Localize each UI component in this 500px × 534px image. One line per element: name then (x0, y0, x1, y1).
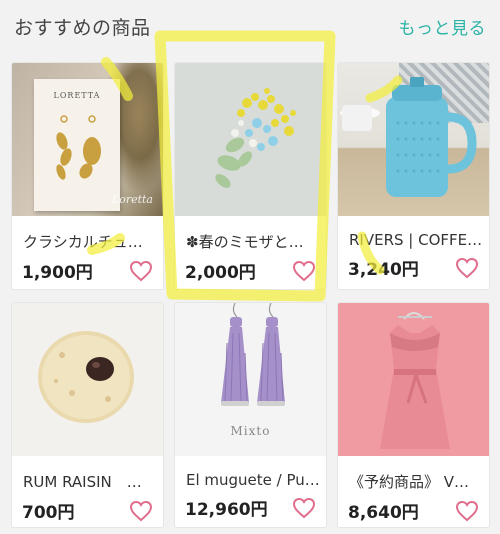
heart-outline-icon[interactable] (129, 260, 153, 282)
product-name: クラシカルチュ… (23, 233, 143, 251)
product-card[interactable]: Mixto El muguete / Pu… 12,960円 (174, 302, 327, 528)
product-price: 2,000円 (185, 263, 256, 283)
product-image-dress (338, 303, 489, 456)
product-name: El muguete / Pu… (186, 471, 320, 489)
product-price: 1,900円 (22, 263, 93, 283)
coffee-press-graphic (340, 77, 477, 197)
mimosa-graphic (215, 88, 296, 188)
product-image-cookie (12, 303, 163, 456)
heart-outline-icon[interactable] (292, 260, 316, 282)
product-card[interactable]: RUM RAISIN … 700円 (11, 302, 164, 528)
product-card[interactable]: RIVERS | COFFE… 3,240円 (337, 62, 490, 290)
product-name: 《予約商品》 V… (349, 473, 470, 491)
product-price: 700円 (22, 503, 75, 523)
product-card[interactable]: LORETTA Loretta クラシカルチュ… 1,900円 (11, 62, 164, 290)
earrings-graphic (56, 115, 101, 180)
dress-graphic (380, 312, 450, 449)
product-price: 12,960円 (185, 500, 268, 520)
see-more-link[interactable]: もっと見る (399, 14, 487, 39)
product-price: 8,640円 (348, 503, 419, 523)
product-card[interactable]: ✽春のミモザと… 2,000円 (174, 62, 327, 290)
product-name: RUM RAISIN … (23, 473, 142, 491)
section-title: おすすめの商品 (14, 16, 151, 39)
product-name: ✽春のミモザと… (186, 233, 304, 251)
cookie-graphic (38, 331, 134, 423)
heart-outline-icon[interactable] (129, 500, 153, 522)
brand-script: Loretta (111, 193, 153, 206)
product-price: 3,240円 (348, 260, 419, 280)
product-image-tassel-earrings: Mixto (175, 303, 326, 456)
heart-outline-icon[interactable] (292, 497, 316, 519)
heart-outline-icon[interactable] (455, 500, 479, 522)
product-grid: LORETTA Loretta クラシカルチュ… 1,900円 ✽春のミモザと…… (11, 62, 490, 528)
heart-outline-icon[interactable] (455, 257, 479, 279)
brand-label: Mixto (230, 424, 271, 438)
earring-card: LORETTA (34, 79, 120, 211)
product-image-earrings: LORETTA Loretta (12, 63, 163, 216)
product-image-coffee-press (338, 63, 489, 216)
product-image-mimosa-brooch (175, 63, 326, 216)
section-header: おすすめの商品 もっと見る (0, 0, 500, 52)
product-name: RIVERS | COFFE… (349, 231, 483, 249)
product-card[interactable]: 《予約商品》 V… 8,640円 (337, 302, 490, 528)
